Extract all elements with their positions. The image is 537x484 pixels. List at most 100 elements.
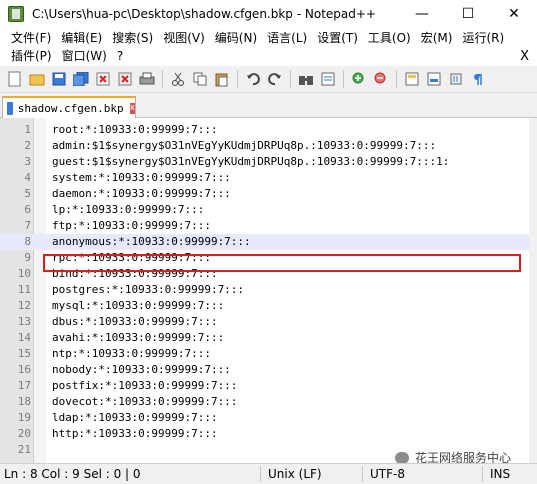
editor-line[interactable]: 2 admin:$1$synergy$O31nVEgYyKUdmjDRPUq8p.…: [0, 138, 529, 154]
line-number: 11: [17, 283, 31, 296]
line-text: daemon:*:10933:0:99999:7:::: [52, 187, 231, 200]
menu-tools[interactable]: 工具(O): [363, 30, 416, 47]
cursor-position: Ln : 8 Col : 9 Sel : 0 | 0: [4, 467, 141, 481]
menu-settings[interactable]: 设置(T): [312, 30, 363, 47]
line-text: dovecot:*:10933:0:99999:7:::: [52, 395, 238, 408]
editor-line[interactable]: 5 daemon:*:10933:0:99999:7:::: [0, 186, 529, 202]
paste-icon[interactable]: [213, 70, 231, 88]
undo-icon[interactable]: [244, 70, 262, 88]
menu-plugins[interactable]: 插件(P): [6, 48, 57, 65]
editor-line[interactable]: 12 mysql:*:10933:0:99999:7:::: [0, 298, 529, 314]
close-all-icon[interactable]: [116, 70, 134, 88]
line-text: http:*:10933:0:99999:7:::: [52, 427, 218, 440]
tab-shadow-cfgen-bkp[interactable]: shadow.cfgen.bkp x: [2, 96, 136, 118]
menu-help[interactable]: ?: [112, 48, 128, 65]
line-text: anonymous:*:10933:0:99999:7:::: [52, 235, 251, 248]
print-icon[interactable]: [138, 70, 156, 88]
minimize-button[interactable]: —: [399, 0, 445, 28]
editor-line[interactable]: 14 avahi:*:10933:0:99999:7:::: [0, 330, 529, 346]
vertical-scrollbar[interactable]: [529, 118, 537, 463]
menu-edit[interactable]: 编辑(E): [56, 30, 107, 47]
editor-line[interactable]: 6 lp:*:10933:0:99999:7:::: [0, 202, 529, 218]
line-number: 16: [17, 363, 31, 376]
editor-line[interactable]: 11 postgres:*:10933:0:99999:7:::: [0, 282, 529, 298]
line-number: 1: [24, 123, 31, 136]
line-number: 4: [24, 171, 31, 184]
find-icon[interactable]: [297, 70, 315, 88]
line-number: 13: [17, 315, 31, 328]
wechat-icon: [395, 451, 409, 464]
line-text: guest:$1$synergy$O31nVEgYyKUdmjDRPUq8p.:…: [52, 155, 450, 168]
menu-macro[interactable]: 宏(M): [416, 30, 458, 47]
menu-search[interactable]: 搜索(S): [107, 30, 158, 47]
toolbar-separator: [290, 70, 291, 88]
line-number: 21: [17, 443, 31, 456]
menu-encoding[interactable]: 编码(N): [210, 30, 262, 47]
tab-close-icon[interactable]: x: [129, 102, 135, 114]
editor-line[interactable]: 16 nobody:*:10933:0:99999:7:::: [0, 362, 529, 378]
editor-area[interactable]: 1 root:*:10933:0:99999:7::: 2 admin:$1$syne…: [0, 118, 537, 463]
toolbar-separator: [237, 70, 238, 88]
line-number: 6: [24, 203, 31, 216]
editor-line[interactable]: 19 ldap:*:10933:0:99999:7:::: [0, 410, 529, 426]
menu-row-2: 插件(P) 窗口(W) ?: [6, 48, 128, 65]
status-divider: [260, 466, 261, 482]
editor-line[interactable]: 17 postfix:*:10933:0:99999:7:::: [0, 378, 529, 394]
close-window-button[interactable]: ✕: [491, 0, 537, 28]
saved-file-icon: [7, 101, 13, 115]
status-divider: [362, 466, 363, 482]
toolbar-separator: [343, 70, 344, 88]
notepadpp-app-icon: [8, 6, 24, 22]
line-text: lp:*:10933:0:99999:7:::: [52, 203, 205, 216]
status-divider: [482, 466, 483, 482]
line-text: dbus:*:10933:0:99999:7:::: [52, 315, 218, 328]
zoom-in-icon[interactable]: [350, 70, 368, 88]
editor-line[interactable]: 4 system:*:10933:0:99999:7:::: [0, 170, 529, 186]
open-file-icon[interactable]: [28, 70, 46, 88]
editor-line[interactable]: 3 guest:$1$synergy$O31nVEgYyKUdmjDRPUq8p.…: [0, 154, 529, 170]
editor-lines: 1 root:*:10933:0:99999:7::: 2 admin:$1$syne…: [0, 122, 529, 458]
line-text: mysql:*:10933:0:99999:7:::: [52, 299, 225, 312]
editor-line[interactable]: 7 ftp:*:10933:0:99999:7:::: [0, 218, 529, 234]
paragraph-icon[interactable]: [469, 70, 487, 88]
file-encoding: UTF-8: [370, 467, 405, 481]
line-number: 18: [17, 395, 31, 408]
save-all-icon[interactable]: [72, 70, 90, 88]
menu-run[interactable]: 运行(R): [457, 30, 509, 47]
menu-language[interactable]: 语言(L): [262, 30, 312, 47]
editor-line[interactable]: 20 http:*:10933:0:99999:7:::: [0, 426, 529, 442]
cut-icon[interactable]: [169, 70, 187, 88]
line-number: 10: [17, 267, 31, 280]
line-number: 3: [24, 155, 31, 168]
editor-line[interactable]: 1 root:*:10933:0:99999:7:::: [0, 122, 529, 138]
close-file-icon[interactable]: [94, 70, 112, 88]
editor-line[interactable]: 18 dovecot:*:10933:0:99999:7:::: [0, 394, 529, 410]
menu-view[interactable]: 视图(V): [158, 30, 210, 47]
maximize-button[interactable]: ☐: [445, 0, 491, 28]
copy-icon[interactable]: [191, 70, 209, 88]
sync-scroll-icon[interactable]: [403, 70, 421, 88]
line-number: 8: [24, 235, 31, 248]
eol-format: Unix (LF): [268, 467, 322, 481]
menu-bar: 文件(F) 编辑(E) 搜索(S) 视图(V) 编码(N) 语言(L) 设置(T…: [0, 28, 537, 66]
line-number: 19: [17, 411, 31, 424]
save-icon[interactable]: [50, 70, 68, 88]
editor-line[interactable]: 15 ntp:*:10933:0:99999:7:::: [0, 346, 529, 362]
menu-file[interactable]: 文件(F): [6, 30, 56, 47]
word-wrap-icon[interactable]: [425, 70, 443, 88]
show-all-chars-icon[interactable]: [447, 70, 465, 88]
document-tab-bar: shadow.cfgen.bkp x: [0, 93, 537, 118]
menu-window[interactable]: 窗口(W): [57, 48, 112, 65]
replace-icon[interactable]: [319, 70, 337, 88]
new-file-icon[interactable]: [6, 70, 24, 88]
toolbar-separator: [162, 70, 163, 88]
toolbar-separator: [396, 70, 397, 88]
editor-line[interactable]: 13 dbus:*:10933:0:99999:7:::: [0, 314, 529, 330]
editor-line[interactable]: 8 anonymous:*:10933:0:99999:7:::: [0, 234, 529, 250]
redo-icon[interactable]: [266, 70, 284, 88]
line-number: 12: [17, 299, 31, 312]
zoom-out-icon[interactable]: [372, 70, 390, 88]
close-document-button[interactable]: X: [520, 48, 529, 65]
status-bar: Ln : 8 Col : 9 Sel : 0 | 0 Unix (LF) UTF…: [0, 463, 537, 484]
line-number: 9: [24, 251, 31, 264]
